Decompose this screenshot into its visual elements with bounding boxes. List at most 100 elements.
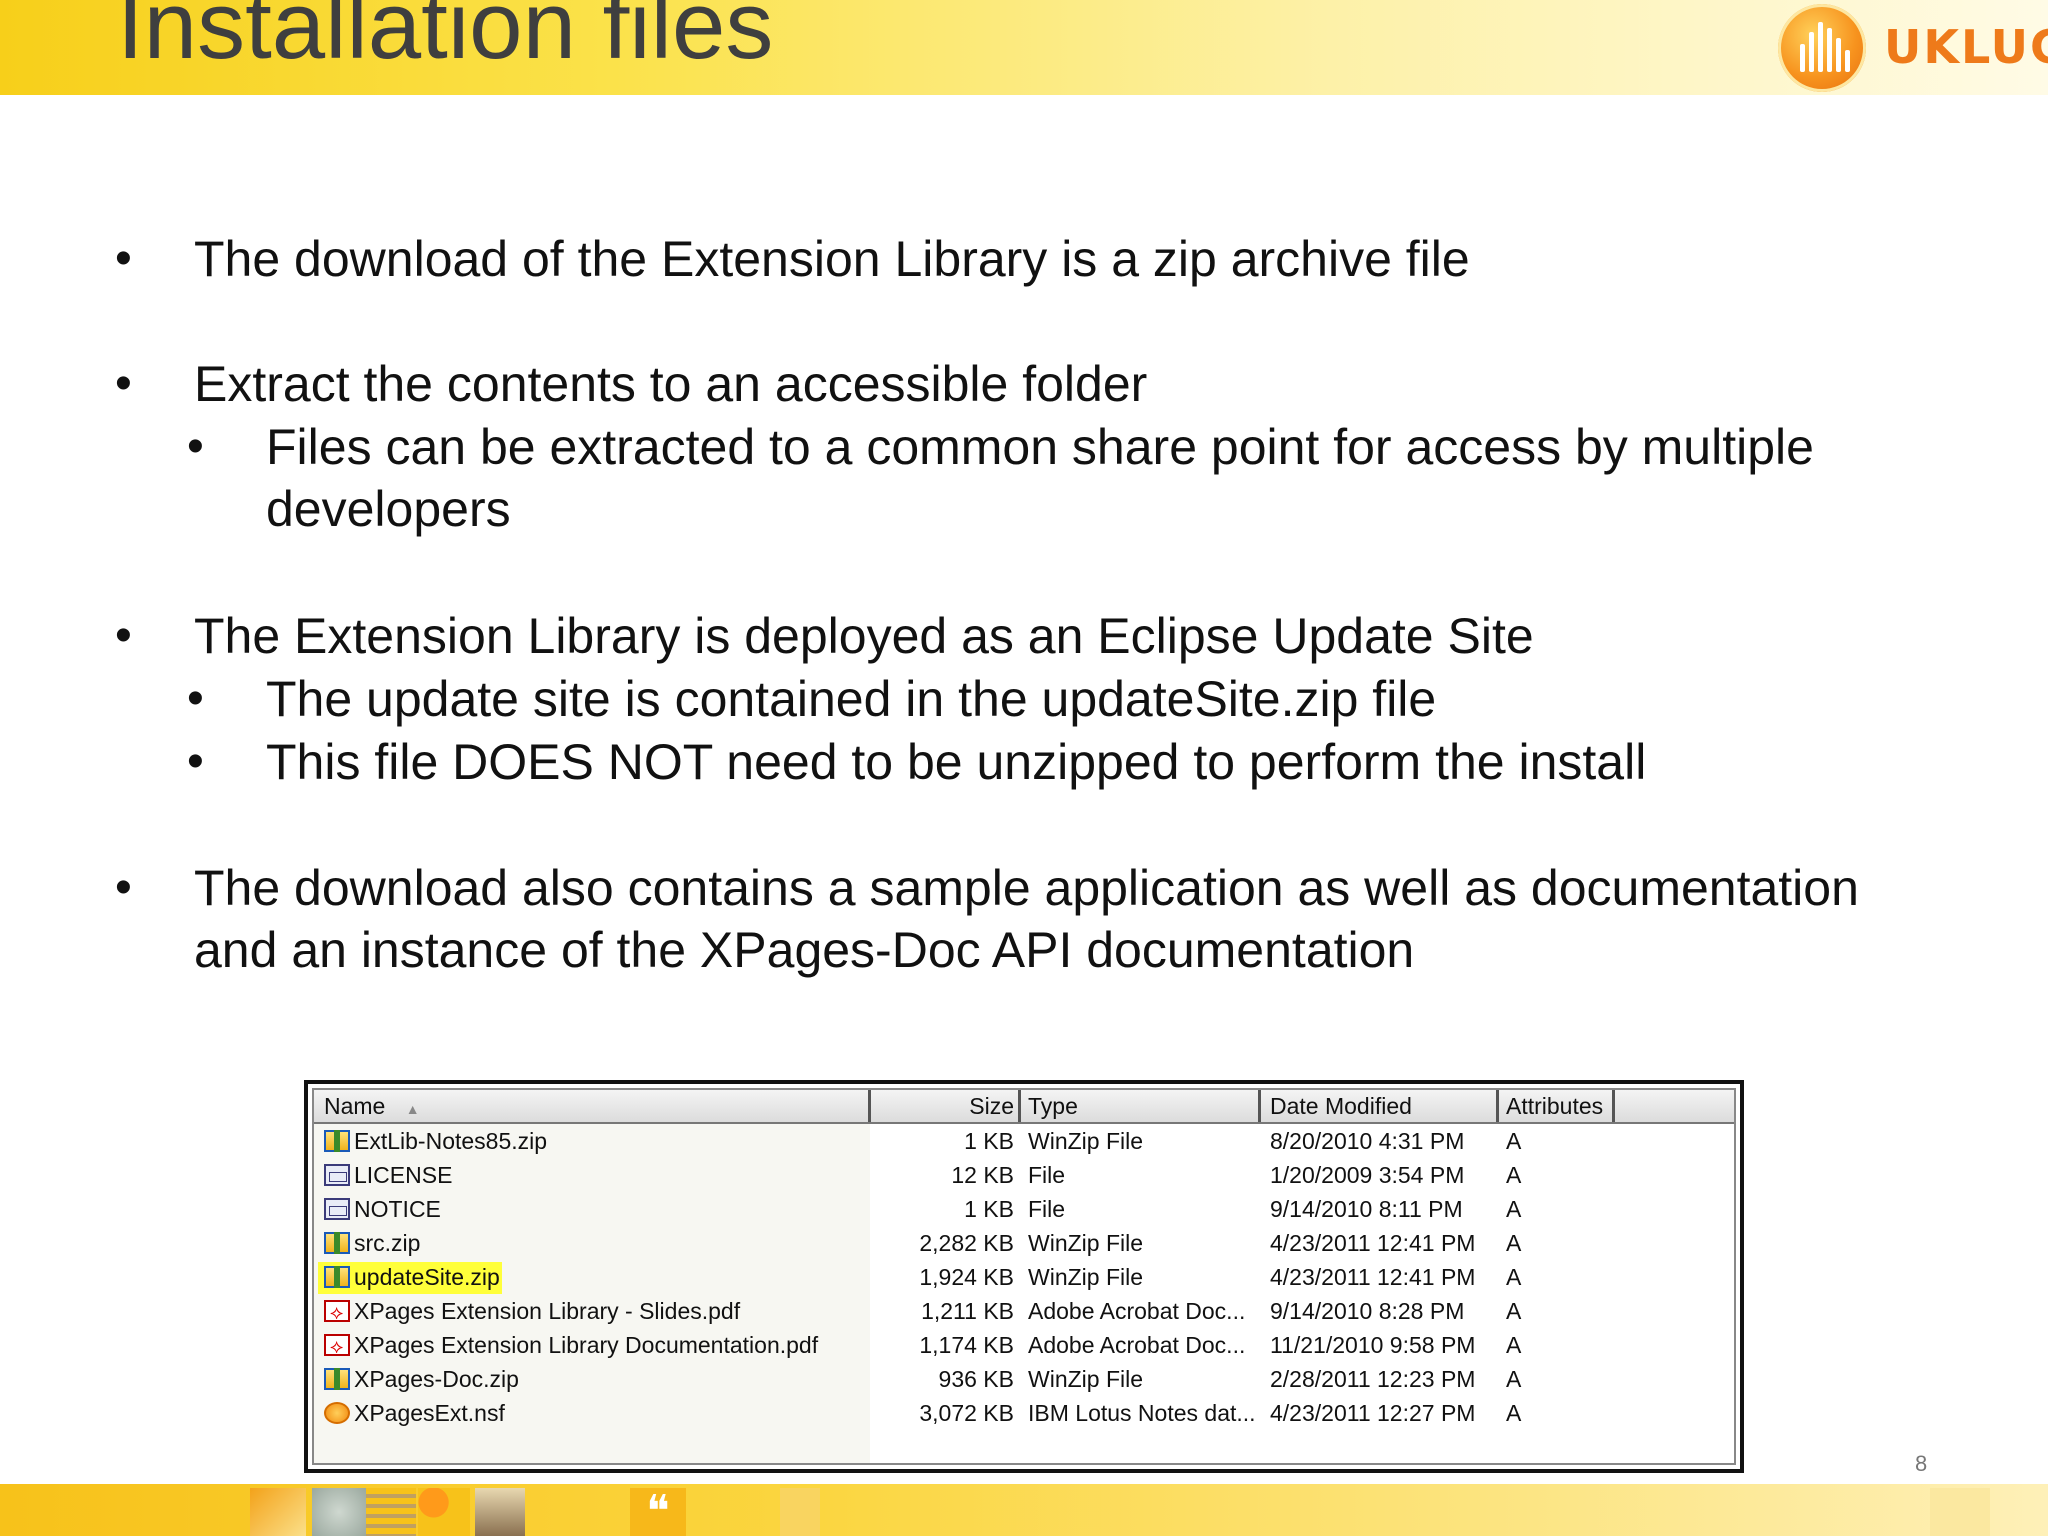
column-divider[interactable]	[1612, 1090, 1615, 1122]
slide-footer: ❝	[0, 1484, 2048, 1536]
file-type: WinZip File	[1028, 1366, 1144, 1392]
file-date-modified: 11/21/2010 9:58 PM	[1270, 1332, 1476, 1358]
file-attributes: A	[1506, 1264, 1522, 1290]
file-type: WinZip File	[1028, 1128, 1144, 1154]
notes-db-icon	[324, 1402, 350, 1424]
file-date-modified: 2/28/2011 12:23 PM	[1270, 1366, 1476, 1392]
file-attributes: A	[1506, 1230, 1522, 1256]
file-name: updateSite.zip	[354, 1264, 500, 1290]
file-row[interactable]: XPages Extension Library - Slides.pdf 1,2…	[314, 1294, 1734, 1330]
file-size: 12 KB	[951, 1162, 1014, 1188]
file-type: Adobe Acrobat Doc...	[1028, 1298, 1246, 1324]
bullet-text: The download of the Extension Library is…	[194, 231, 1470, 287]
file-type: Adobe Acrobat Doc...	[1028, 1332, 1246, 1358]
bullet-marker: •	[187, 420, 204, 473]
column-divider[interactable]	[1496, 1090, 1499, 1122]
file-explorer: Name ▲ Size Type Date Modified Attribute…	[304, 1080, 1744, 1473]
column-divider[interactable]	[1258, 1090, 1261, 1122]
pdf-icon	[324, 1296, 350, 1330]
file-row[interactable]: XPagesExt.nsf 3,072 KB IBM Lotus Notes dat…	[314, 1396, 1734, 1430]
file-type: File	[1028, 1196, 1066, 1222]
file-name: LICENSE	[354, 1162, 453, 1188]
sub-bullet-text: The update site is contained in the upda…	[266, 671, 1437, 727]
winzip-icon	[324, 1232, 350, 1254]
column-divider[interactable]	[868, 1090, 871, 1122]
file-date-modified: 4/23/2011 12:41 PM	[1270, 1264, 1476, 1290]
bullet-marker: •	[115, 861, 132, 914]
file-date-modified: 9/14/2010 8:28 PM	[1270, 1298, 1465, 1324]
slide-header: Installation files UKLUG	[0, 0, 2048, 95]
bullet-text: The Extension Library is deployed as an …	[194, 608, 1534, 664]
file-row[interactable]: src.zip 2,282 KB WinZip File 4/23/2011 12:4…	[314, 1226, 1734, 1260]
file-date-modified: 8/20/2010 4:31 PM	[1270, 1128, 1465, 1154]
footer-decoration	[366, 1488, 416, 1536]
file-row[interactable]: XPages-Doc.zip 936 KB WinZip File 2/28/2011…	[314, 1362, 1734, 1396]
file-row[interactable]: updateSite.zip 1,924 KB WinZip File 4/23/20…	[314, 1260, 1734, 1294]
footer-decoration	[1930, 1488, 1990, 1536]
file-row[interactable]: XPages Extension Library Documentation.p…	[314, 1328, 1734, 1364]
file-type: IBM Lotus Notes dat...	[1028, 1400, 1256, 1426]
bullet-text: The download also contains a sample appl…	[194, 860, 1859, 916]
file-name: XPagesExt.nsf	[354, 1400, 505, 1426]
file-size: 1 KB	[964, 1196, 1014, 1222]
file-row[interactable]: NOTICE 1 KB File 9/14/2010 8:11 PM A	[314, 1192, 1734, 1226]
file-type: WinZip File	[1028, 1230, 1144, 1256]
uklug-logo-icon	[1778, 4, 1866, 92]
page-number: 8	[1915, 1451, 1928, 1476]
file-attributes: A	[1506, 1298, 1522, 1324]
bullet-text: and an instance of the XPages-Doc API do…	[194, 922, 1415, 978]
column-header-size[interactable]: Size	[874, 1093, 1014, 1119]
file-row[interactable]: ExtLib-Notes85.zip 1 KB WinZip File 8/20/20…	[314, 1124, 1734, 1158]
file-type: WinZip File	[1028, 1264, 1144, 1290]
file-size: 3,072 KB	[919, 1400, 1014, 1426]
footer-decoration	[780, 1488, 820, 1536]
bullet-text: Extract the contents to an accessible fo…	[194, 356, 1148, 412]
file-name: XPages-Doc.zip	[354, 1366, 519, 1392]
slide-title: Installation files	[117, 0, 774, 79]
file-attributes: A	[1506, 1366, 1522, 1392]
column-divider[interactable]	[1018, 1090, 1021, 1122]
column-header-name[interactable]: Name ▲	[324, 1093, 420, 1119]
footer-decoration	[475, 1488, 525, 1536]
footer-decoration	[312, 1488, 366, 1536]
bullet-marker: •	[115, 357, 132, 410]
uklug-logo: UKLUG	[1778, 2, 2048, 94]
bullet-marker: •	[115, 609, 132, 662]
column-header-row: Name ▲ Size Type Date Modified Attribute…	[314, 1090, 1734, 1124]
footer-decoration: ❝	[630, 1488, 686, 1536]
file-row[interactable]: LICENSE 12 KB File 1/20/2009 3:54 PM A	[314, 1158, 1734, 1192]
file-icon	[324, 1164, 350, 1186]
pdf-icon	[324, 1330, 350, 1364]
logo-text: UKLUG	[1884, 20, 2048, 74]
file-type: File	[1028, 1162, 1066, 1188]
file-size: 1,924 KB	[919, 1264, 1014, 1290]
file-attributes: A	[1506, 1400, 1522, 1426]
file-name: ExtLib-Notes85.zip	[354, 1128, 548, 1154]
bullet-marker: •	[115, 232, 132, 285]
sub-bullet-text: Files can be extracted to a common share…	[266, 419, 1814, 475]
winzip-icon	[324, 1266, 350, 1288]
sub-bullet-text: This file DOES NOT need to be unzipped t…	[266, 734, 1647, 790]
file-size: 1,211 KB	[921, 1298, 1014, 1324]
column-header-attributes[interactable]: Attributes	[1506, 1093, 1603, 1119]
file-name: XPages Extension Library Documentation.p…	[354, 1332, 819, 1358]
file-icon	[324, 1198, 350, 1220]
file-attributes: A	[1506, 1128, 1522, 1154]
file-date-modified: 9/14/2010 8:11 PM	[1270, 1196, 1463, 1222]
file-size: 1 KB	[964, 1128, 1014, 1154]
file-name: XPages Extension Library - Slides.pdf	[354, 1298, 741, 1324]
sort-ascending-icon: ▲	[405, 1101, 420, 1117]
file-name: src.zip	[354, 1230, 421, 1256]
file-attributes: A	[1506, 1332, 1522, 1358]
footer-decoration	[250, 1488, 306, 1536]
footer-decoration	[418, 1488, 470, 1536]
column-header-date-modified[interactable]: Date Modified	[1270, 1093, 1412, 1119]
file-size: 2,282 KB	[919, 1230, 1014, 1256]
file-list: Name ▲ Size Type Date Modified Attribute…	[312, 1088, 1736, 1465]
file-name: NOTICE	[354, 1196, 441, 1222]
file-date-modified: 4/23/2011 12:27 PM	[1270, 1400, 1476, 1426]
file-date-modified: 4/23/2011 12:41 PM	[1270, 1230, 1476, 1256]
file-attributes: A	[1506, 1162, 1522, 1188]
file-size: 1,174 KB	[919, 1332, 1014, 1358]
column-header-type[interactable]: Type	[1028, 1093, 1078, 1119]
